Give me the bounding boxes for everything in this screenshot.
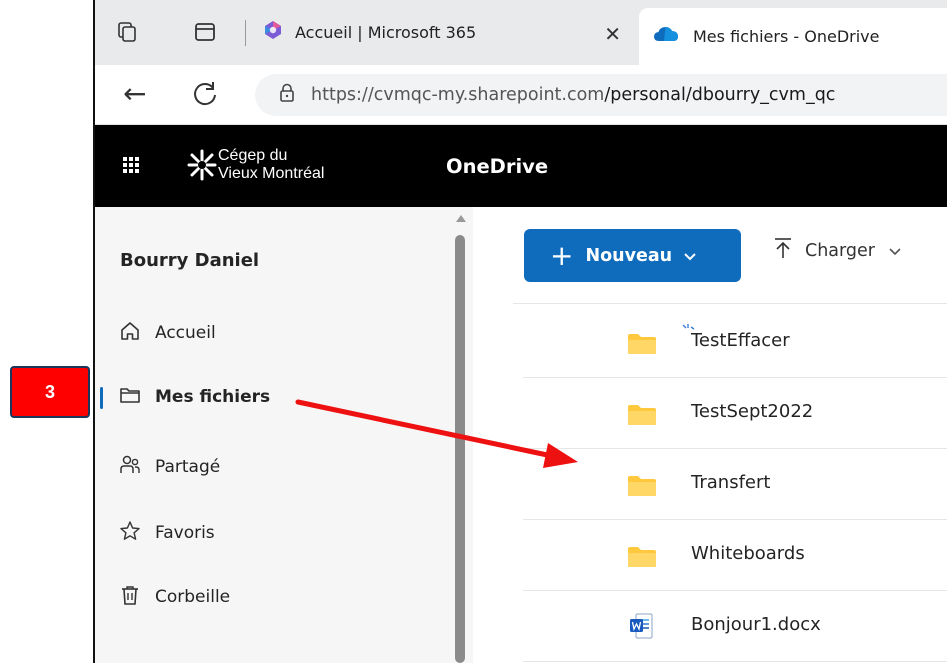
nav-item-label: Mes fichiers bbox=[155, 387, 271, 407]
navigation-pane: Bourry Daniel Accueil Mes fichiers Parta… bbox=[95, 207, 473, 663]
toolbar-divider bbox=[513, 303, 947, 304]
chevron-down-icon bbox=[889, 241, 901, 261]
org-name-line2: Vieux Montréal bbox=[218, 165, 325, 182]
app-title[interactable]: OneDrive bbox=[446, 155, 548, 178]
tab-bar: Accueil | Microsoft 365 ✕ Mes fichiers -… bbox=[95, 0, 947, 65]
file-name[interactable]: Whiteboards bbox=[691, 543, 805, 564]
file-list-area: + Nouveau Charger TestEffacer TestSept20… bbox=[473, 207, 947, 663]
onedrive-cloud-icon bbox=[653, 25, 679, 48]
microsoft365-icon bbox=[263, 20, 283, 45]
step-badge: 3 bbox=[10, 366, 90, 418]
new-button-label: Nouveau bbox=[585, 245, 673, 266]
file-row-whiteboards[interactable]: Whiteboards bbox=[523, 520, 947, 591]
workspaces-icon[interactable] bbox=[115, 20, 139, 44]
back-button[interactable]: ← bbox=[123, 77, 146, 110]
upload-button-label: Charger bbox=[805, 240, 875, 261]
star-icon bbox=[119, 520, 141, 547]
file-row-bonjour1-docx[interactable]: Bonjour1.docx bbox=[523, 591, 947, 662]
file-name[interactable]: TestEffacer bbox=[691, 330, 790, 351]
url-text: https://cvmqc-my.sharepoint.com/personal… bbox=[311, 85, 835, 105]
folder-icon bbox=[627, 404, 657, 431]
nav-item-corbeille[interactable]: Corbeille bbox=[95, 573, 445, 621]
close-tab-icon[interactable]: ✕ bbox=[604, 22, 621, 46]
tab-onedrive[interactable]: Mes fichiers - OneDrive bbox=[639, 8, 947, 65]
nav-item-label: Corbeille bbox=[155, 587, 231, 607]
scroll-up-arrow-icon[interactable] bbox=[456, 215, 466, 222]
app-header: Cégep du Vieux Montréal OneDrive bbox=[95, 125, 947, 207]
chevron-down-icon bbox=[684, 246, 696, 266]
active-indicator bbox=[100, 387, 103, 409]
new-button[interactable]: + Nouveau bbox=[524, 229, 741, 282]
nav-item-partage[interactable]: Partagé bbox=[95, 443, 445, 491]
lock-icon[interactable] bbox=[279, 83, 295, 108]
file-row-testeffacer[interactable]: TestEffacer bbox=[523, 307, 947, 378]
tab-actions-icon[interactable] bbox=[193, 20, 217, 44]
user-name: Bourry Daniel bbox=[120, 250, 260, 271]
browser-window: Accueil | Microsoft 365 ✕ Mes fichiers -… bbox=[93, 0, 947, 663]
tab-separator bbox=[245, 20, 246, 46]
nav-item-mes-fichiers[interactable]: Mes fichiers bbox=[95, 373, 445, 421]
file-row-testsept2022[interactable]: TestSept2022 bbox=[523, 378, 947, 449]
home-icon bbox=[119, 320, 141, 347]
nav-item-favoris[interactable]: Favoris bbox=[95, 509, 445, 557]
tab-title: Mes fichiers - OneDrive bbox=[693, 27, 880, 46]
upload-icon bbox=[773, 237, 793, 264]
file-row-transfert[interactable]: Transfert bbox=[523, 449, 947, 520]
refresh-icon[interactable] bbox=[191, 79, 219, 112]
nav-item-label: Partagé bbox=[155, 457, 221, 477]
upload-button[interactable]: Charger bbox=[773, 237, 901, 264]
nav-scrollbar[interactable] bbox=[452, 207, 473, 663]
tab-title: Accueil | Microsoft 365 bbox=[295, 23, 477, 42]
file-name[interactable]: TestSept2022 bbox=[691, 401, 813, 422]
file-name[interactable]: Bonjour1.docx bbox=[691, 614, 821, 635]
tab-microsoft365[interactable]: Accueil | Microsoft 365 ✕ bbox=[255, 10, 637, 55]
cegep-logo-icon bbox=[187, 145, 217, 190]
folder-icon bbox=[119, 385, 141, 410]
org-name: Cégep du Vieux Montréal bbox=[218, 147, 324, 183]
nav-item-label: Accueil bbox=[155, 323, 216, 343]
app-launcher-icon[interactable] bbox=[123, 157, 139, 173]
folder-icon bbox=[627, 333, 657, 360]
address-row: ← https://cvmqc-my.sharepoint.com/person… bbox=[95, 65, 947, 125]
word-document-icon bbox=[629, 613, 653, 644]
nav-item-label: Favoris bbox=[155, 523, 215, 543]
org-name-line1: Cégep du bbox=[218, 147, 288, 164]
folder-icon bbox=[627, 546, 657, 573]
address-bar[interactable]: https://cvmqc-my.sharepoint.com/personal… bbox=[255, 74, 947, 116]
trash-icon bbox=[119, 584, 141, 611]
nav-item-accueil[interactable]: Accueil bbox=[95, 309, 445, 357]
folder-icon bbox=[627, 475, 657, 502]
url-host: https://cvmqc-my.sharepoint.com bbox=[311, 85, 605, 105]
people-icon bbox=[119, 454, 141, 481]
scroll-thumb[interactable] bbox=[455, 235, 465, 663]
plus-icon: + bbox=[550, 238, 574, 272]
url-path: /personal/dbourry_cvm_qc bbox=[604, 85, 836, 105]
file-name[interactable]: Transfert bbox=[691, 472, 770, 493]
